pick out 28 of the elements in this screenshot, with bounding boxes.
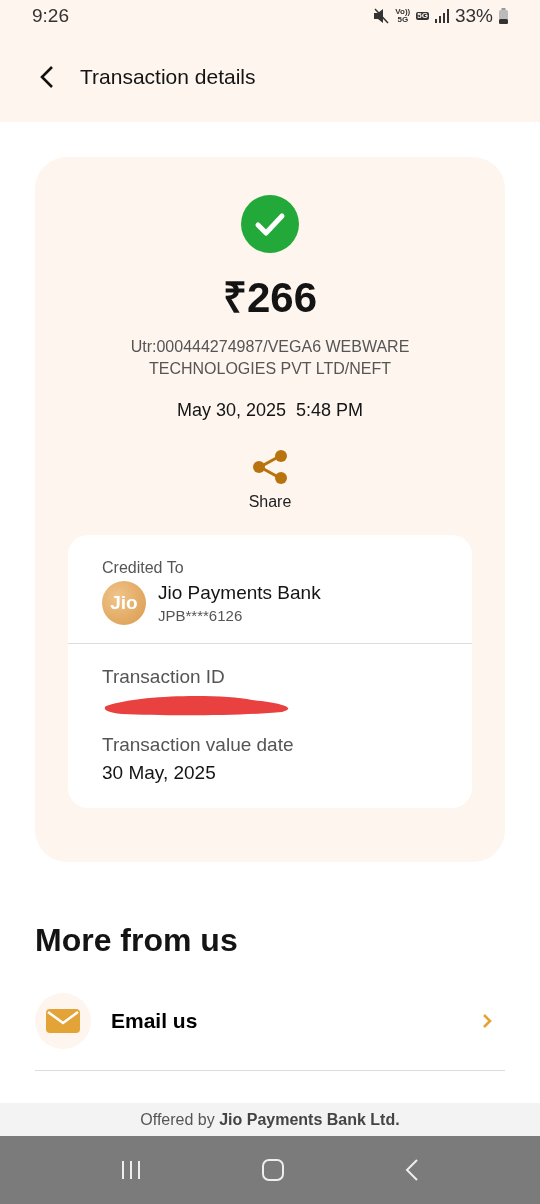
page-title: Transaction details xyxy=(80,65,256,89)
recent-apps-button[interactable] xyxy=(119,1159,142,1181)
bank-logo: Jio xyxy=(102,581,146,625)
credited-label: Credited To xyxy=(102,559,185,577)
bank-name: Jio Payments Bank xyxy=(158,582,321,604)
nav-back-button[interactable] xyxy=(404,1158,421,1182)
detail-label: Transaction ID xyxy=(102,666,226,688)
mute-icon xyxy=(373,8,390,24)
back-button[interactable] xyxy=(40,65,54,89)
status-time: 9:26 xyxy=(32,5,69,27)
email-us-item[interactable]: Email us xyxy=(35,971,505,1071)
chevron-right-icon xyxy=(481,1011,493,1030)
detail-label: Transaction value date xyxy=(102,734,295,756)
signal-icon xyxy=(434,9,449,23)
envelope-icon xyxy=(46,1008,80,1033)
home-button[interactable] xyxy=(261,1158,285,1182)
data-indicator: 5G xyxy=(416,12,429,20)
battery-percent: 33% xyxy=(454,5,493,27)
section-title: More from us xyxy=(35,922,239,959)
date-time: May 30, 2025 5:48 PM xyxy=(176,400,364,421)
battery-icon xyxy=(499,8,508,24)
share-button[interactable]: Share xyxy=(248,449,292,511)
footer-text: Offered by Jio Payments Bank Ltd. xyxy=(140,1110,400,1129)
detail-value: 30 May, 2025 xyxy=(102,762,217,784)
account-number: JPB****6126 xyxy=(158,607,244,624)
volte-indicator: Vo)) 5G xyxy=(395,8,411,24)
amount: ₹266 xyxy=(222,273,318,323)
reference-text: Utr:000444274987/VEGA6 WEBWARE TECHNOLOGIES PVT LTD/NEFT xyxy=(129,337,411,379)
